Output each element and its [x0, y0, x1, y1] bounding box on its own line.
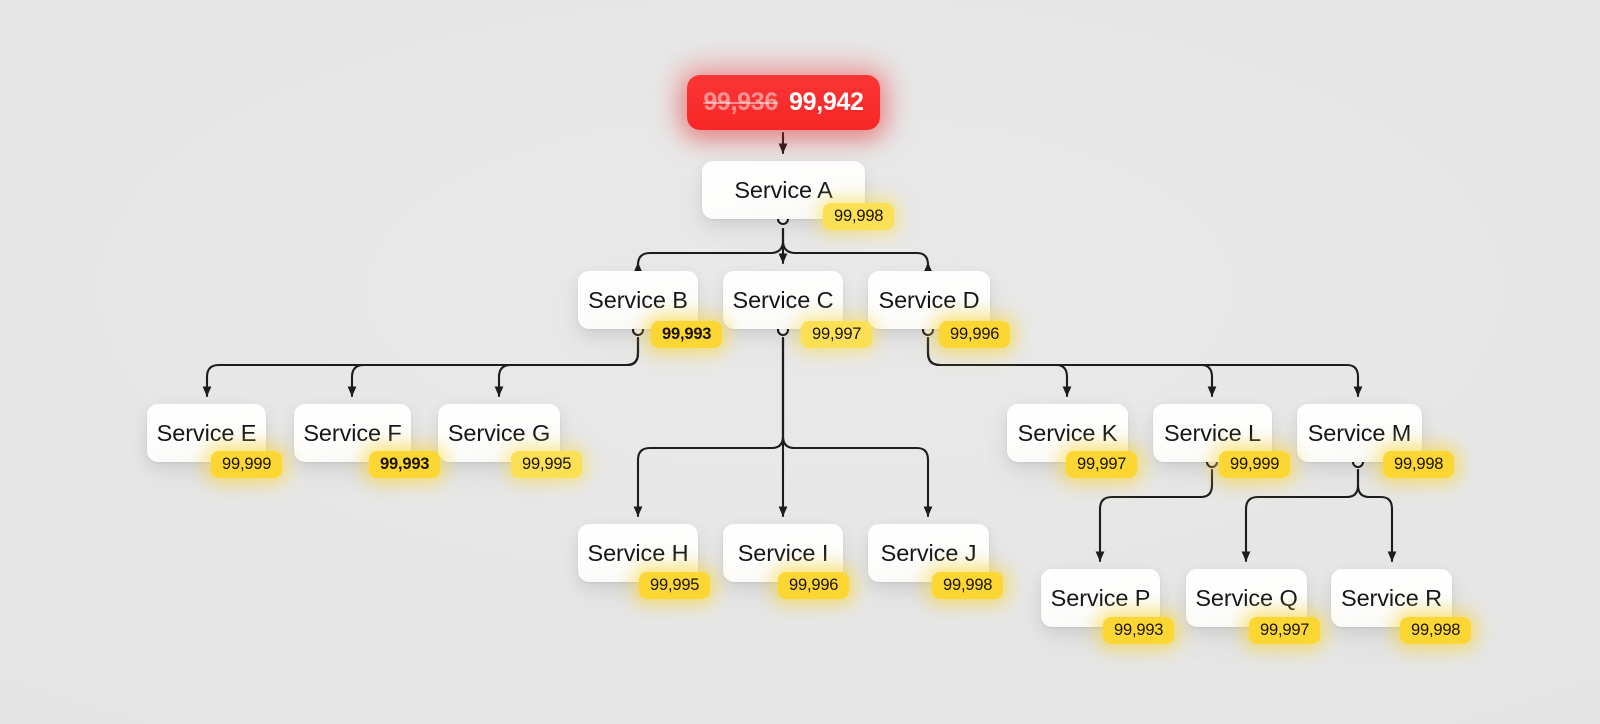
- service-node-label: Service J: [880, 539, 977, 566]
- edge-L-to-P: [1095, 468, 1214, 563]
- service-node-label: Service K: [1017, 419, 1118, 446]
- service-node-label: Service A: [734, 176, 833, 203]
- edge-A-to-D: [781, 227, 933, 273]
- metric-badge-i[interactable]: 99,996: [778, 572, 850, 599]
- service-node-label: Service L: [1163, 419, 1262, 446]
- service-node-label: Service D: [878, 286, 980, 313]
- service-node-label: Service P: [1050, 584, 1151, 611]
- metric-badge-d[interactable]: 99,996: [939, 321, 1011, 348]
- metric-badge-k[interactable]: 99,997: [1066, 451, 1138, 478]
- service-node-label: Service F: [303, 419, 402, 446]
- service-node-label: Service G: [447, 419, 551, 446]
- metric-badge-j[interactable]: 99,998: [932, 572, 1004, 599]
- service-node-label: Service Q: [1195, 584, 1298, 611]
- service-node-label: Service M: [1307, 419, 1412, 446]
- service-node-label: Service I: [737, 539, 829, 566]
- metric-badge-g[interactable]: 99,995: [511, 451, 583, 478]
- service-node-label: Service E: [156, 419, 257, 446]
- metric-badge-l[interactable]: 99,999: [1219, 451, 1291, 478]
- metric-badge-p[interactable]: 99,993: [1103, 617, 1175, 644]
- metric-badge-b[interactable]: 99,993: [651, 321, 723, 348]
- service-node-label: Service H: [587, 539, 689, 566]
- metric-badge-q[interactable]: 99,997: [1249, 617, 1321, 644]
- service-node-label: Service B: [588, 286, 688, 313]
- metric-badge-r[interactable]: 99,998: [1400, 617, 1472, 644]
- metric-badge-f[interactable]: 99,993: [369, 451, 441, 478]
- edge-A-to-B: [633, 227, 785, 273]
- root-alert-new-value: 99,942: [789, 88, 864, 116]
- service-dependency-graph: Service A 99,998 Service B 99,993 Service C9…: [0, 0, 1600, 724]
- metric-badge-e[interactable]: 99,999: [211, 451, 283, 478]
- metric-badge-c[interactable]: 99,997: [801, 321, 873, 348]
- service-node-label: Service C: [732, 286, 834, 313]
- edge-C-to-H: [633, 336, 785, 518]
- edge-C-to-J: [781, 336, 933, 518]
- edge-B-to-E: [202, 336, 640, 398]
- root-alert-pill[interactable]: 99,936 99,942: [687, 75, 880, 130]
- edge-M-to-Q: [1241, 468, 1360, 563]
- metric-badge-h[interactable]: 99,995: [639, 572, 711, 599]
- metric-badge-m[interactable]: 99,998: [1383, 451, 1455, 478]
- edge-B-to-G: [494, 336, 640, 398]
- edge-B-to-F: [347, 336, 640, 398]
- edge-M-to-R: [1356, 468, 1397, 563]
- service-node-label: Service R: [1341, 584, 1442, 611]
- metric-badge-a[interactable]: 99,998: [823, 203, 895, 230]
- root-alert-old-value: 99,936: [703, 88, 778, 116]
